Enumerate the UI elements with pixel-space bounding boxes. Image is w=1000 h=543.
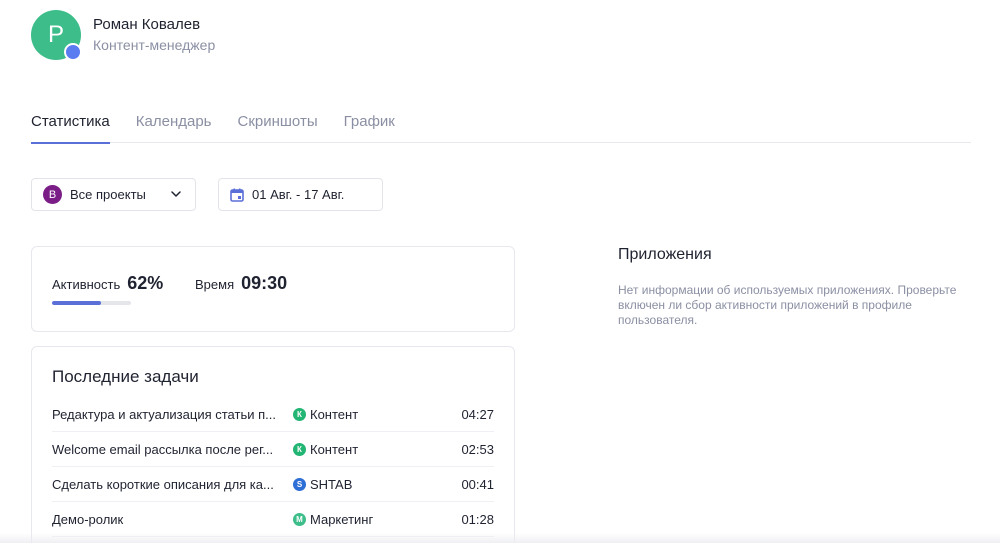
task-project-label: Контент [310,406,359,422]
project-badge: К [293,407,306,421]
task-name: Редактура и актуализация статьи п... [52,406,276,422]
task-time: 00:41 [461,476,494,492]
tab-calendar[interactable]: Календарь [136,112,212,143]
activity-progress-bar [52,301,131,305]
chevron-down-icon [171,191,181,197]
task-time: 02:53 [461,441,494,457]
project-badge: В [43,185,62,204]
project-select-label: Все проекты [70,187,146,202]
task-project-label: SHTAB [310,476,353,492]
task-name: Демо-ролик [52,511,124,527]
task-name: Welcome email рассылка после рег... [52,441,274,457]
task-time: 01:28 [461,511,494,527]
date-range-picker[interactable]: 01 Авг. - 17 Авг. [218,178,383,211]
avatar: Р [31,10,82,61]
activity-progress-fill [52,301,101,305]
activity-stat: Активность 62% [52,273,163,294]
tab-statistics[interactable]: Статистика [31,112,110,144]
user-profile: Р Роман Ковалев Контент-менеджер [31,10,216,61]
project-select[interactable]: В Все проекты [31,178,196,211]
tabs-bar: Статистика Календарь Скриншоты График [31,112,971,144]
apps-empty-message: Нет информации об используемых приложени… [618,283,957,327]
task-row[interactable]: Редактура и актуализация статьи п... К Кон… [52,397,494,432]
project-badge: М [293,512,306,526]
project-badge: К [293,442,306,456]
tab-schedule[interactable]: График [344,112,395,143]
status-indicator [64,43,82,61]
time-stat: Время 09:30 [195,273,287,294]
task-project-label: Маркетинг [310,511,374,527]
tab-screenshots[interactable]: Скриншоты [238,112,318,143]
task-project: М Маркетинг [293,512,373,527]
task-name: Сделать короткие описания для ка... [52,476,274,492]
bottom-fade [0,533,1000,543]
task-row[interactable]: Сделать короткие описания для ка... S SHTA… [52,467,494,502]
task-project: К Контент [293,442,358,457]
apps-title: Приложения [618,246,712,263]
task-row[interactable]: Welcome email рассылка после рег... К Конт… [52,432,494,467]
activity-card: Активность 62% Время 09:30 [31,246,515,332]
user-role: Контент-менеджер [93,37,216,53]
recent-tasks-title: Последние задачи [52,367,199,386]
task-time: 04:27 [461,406,494,422]
activity-label: Активность [52,277,121,292]
task-project-label: Контент [310,441,359,457]
time-value: 09:30 [241,273,288,293]
recent-tasks-card: Последние задачи Редактура и актуализаци… [31,346,515,543]
project-badge: S [293,477,306,491]
task-row[interactable]: Демо-ролик М Маркетинг 01:28 [52,502,494,537]
calendar-icon [230,188,244,202]
task-project: К Контент [293,407,358,422]
avatar-initial: Р [47,21,64,48]
user-name: Роман Ковалев [93,16,201,33]
date-range-label: 01 Авг. - 17 Авг. [252,187,345,202]
task-project: S SHTAB [293,477,352,492]
time-label: Время [195,277,235,292]
activity-value: 62% [127,273,164,293]
